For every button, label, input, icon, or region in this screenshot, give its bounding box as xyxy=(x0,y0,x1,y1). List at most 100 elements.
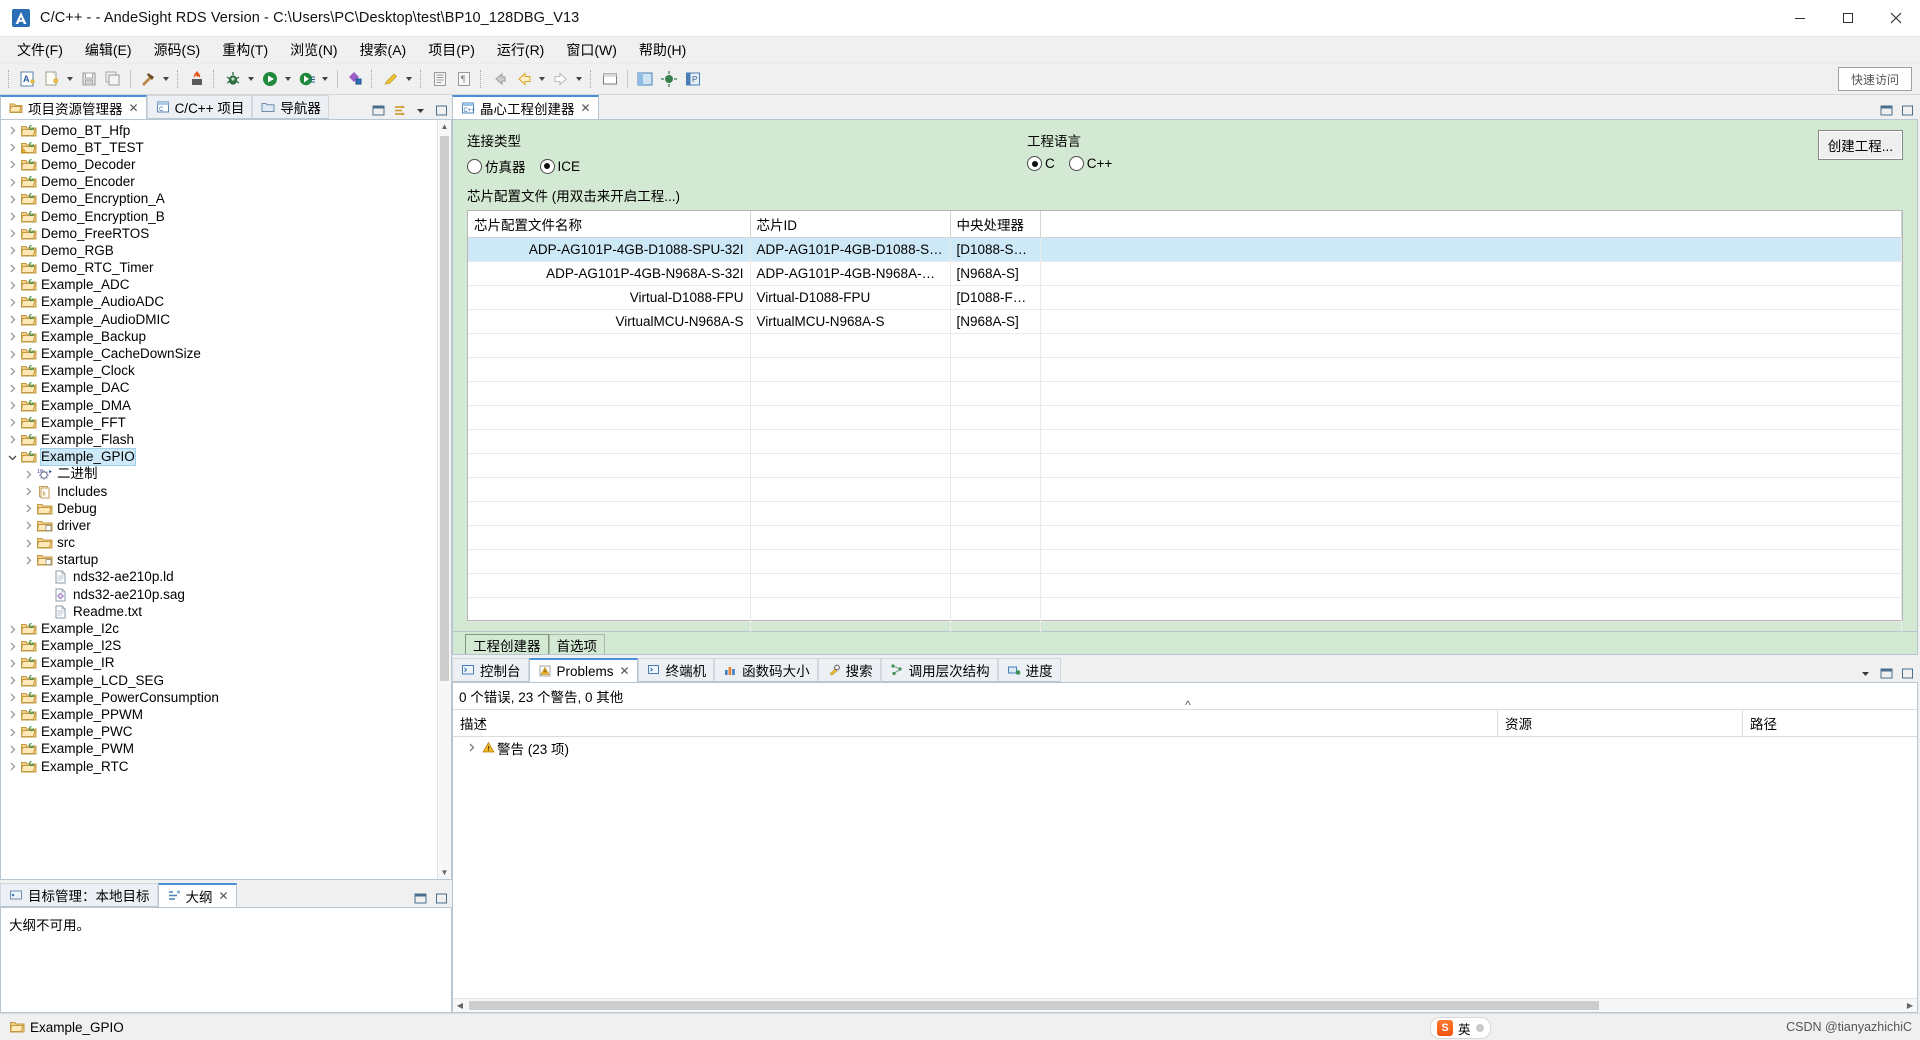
chevron-right-icon[interactable] xyxy=(5,690,20,706)
menu-window[interactable]: 窗口(W) xyxy=(555,37,628,63)
tree-item[interactable]: Demo_RTC_Timer xyxy=(1,260,437,277)
tree-item[interactable]: driver xyxy=(1,517,437,534)
tree-item[interactable]: Demo_Encryption_B xyxy=(1,208,437,225)
chevron-right-icon[interactable] xyxy=(5,724,20,740)
tree-item[interactable]: Readme.txt xyxy=(1,603,437,620)
menu-project[interactable]: 项目(P) xyxy=(417,37,486,63)
scroll-up-icon[interactable]: ▲ xyxy=(438,120,451,133)
dropdown-arrow-icon[interactable] xyxy=(64,68,75,90)
tree-item[interactable]: 10 二进制 xyxy=(1,466,437,483)
tree-item[interactable]: nds32-ae210p.ld xyxy=(1,569,437,586)
chevron-right-icon[interactable] xyxy=(5,174,20,190)
minimize-view-icon[interactable] xyxy=(1879,103,1893,117)
tab-outline[interactable]: 大纲 ✕ xyxy=(157,883,237,907)
run-icon[interactable] xyxy=(259,68,281,90)
chevron-right-icon[interactable] xyxy=(5,123,20,139)
chevron-right-icon[interactable] xyxy=(5,432,20,448)
menu-refactor[interactable]: 重构(T) xyxy=(211,37,279,63)
prev-icon[interactable] xyxy=(513,68,535,90)
chevron-right-icon[interactable] xyxy=(21,518,36,534)
chevron-right-icon[interactable] xyxy=(21,484,36,500)
chevron-right-icon[interactable] xyxy=(5,260,20,276)
open-perspective-icon[interactable]: P xyxy=(682,68,704,90)
tab-console[interactable]: 控制台 xyxy=(452,658,529,682)
table-row[interactable]: ADP-AG101P-4GB-D1088-SPU-32I ADP-AG101P-4… xyxy=(468,237,1902,262)
tab-code-size[interactable]: 函数码大小 xyxy=(714,658,818,682)
toolbar-grip[interactable] xyxy=(420,70,424,88)
toolbar-grip[interactable] xyxy=(8,70,12,88)
project-tree-scrollbar[interactable]: ▲ ▼ xyxy=(437,120,451,879)
tree-item[interactable]: Example_I2S xyxy=(1,638,437,655)
close-icon[interactable] xyxy=(1872,0,1920,36)
radio-c[interactable]: C xyxy=(1027,156,1055,171)
tree-item[interactable]: h Includes xyxy=(1,483,437,500)
radio-dot[interactable] xyxy=(1068,156,1084,171)
toolbar-grip[interactable] xyxy=(177,70,181,88)
minimize-view-icon[interactable] xyxy=(371,103,385,117)
toolbar-grip[interactable] xyxy=(213,70,217,88)
dropdown-arrow-icon[interactable] xyxy=(319,68,330,90)
ime-mode[interactable]: 英 xyxy=(1458,1019,1471,1038)
cpp-perspective-icon[interactable] xyxy=(634,68,656,90)
minimize-view-icon[interactable] xyxy=(1879,666,1893,680)
link-view-icon[interactable] xyxy=(392,103,406,117)
menu-source[interactable]: 源码(S) xyxy=(143,37,212,63)
tab-problems[interactable]: Problems ✕ xyxy=(528,658,638,682)
scroll-left-icon[interactable]: ◀ xyxy=(453,1001,467,1010)
tree-item[interactable]: Example_AudioADC xyxy=(1,294,437,311)
chevron-right-icon[interactable] xyxy=(5,226,20,242)
chevron-right-icon[interactable] xyxy=(5,638,20,654)
new-window-icon[interactable] xyxy=(599,68,621,90)
tree-item[interactable]: Example_DAC xyxy=(1,380,437,397)
menu-file[interactable]: 文件(F) xyxy=(6,37,74,63)
toolbar-grip[interactable] xyxy=(371,70,375,88)
back-icon[interactable] xyxy=(489,68,511,90)
tree-item[interactable]: Example_Flash xyxy=(1,431,437,448)
chevron-right-icon[interactable] xyxy=(5,329,20,345)
chevron-right-icon[interactable] xyxy=(5,741,20,757)
dropdown-arrow-icon[interactable] xyxy=(536,68,547,90)
chevron-right-icon[interactable] xyxy=(5,312,20,328)
chevron-right-icon[interactable] xyxy=(5,191,20,207)
table-row[interactable]: Virtual-D1088-FPU Virtual-D1088-FPU [D1088… xyxy=(468,285,1902,310)
close-icon[interactable]: ✕ xyxy=(620,664,630,678)
radio-dot-selected[interactable] xyxy=(1027,156,1042,171)
chevron-right-icon[interactable] xyxy=(5,621,20,637)
tree-item[interactable]: Example_GPIO xyxy=(1,448,437,467)
tree-item[interactable]: Example_AudioDMIC xyxy=(1,311,437,328)
minimize-view-icon[interactable] xyxy=(413,891,427,905)
chevron-right-icon[interactable] xyxy=(5,380,20,396)
tree-item[interactable]: Demo_BT_Hfp xyxy=(1,122,437,139)
problems-horizontal-scrollbar[interactable]: ◀ ▶ xyxy=(453,998,1917,1012)
chevron-right-icon[interactable] xyxy=(5,655,20,671)
column-header-chip-id[interactable]: 芯片ID xyxy=(750,211,951,238)
view-menu-icon[interactable] xyxy=(1858,666,1872,680)
table-row[interactable]: VirtualMCU-N968A-S VirtualMCU-N968A-S [N96… xyxy=(468,309,1902,334)
toggle-block-icon[interactable] xyxy=(429,68,451,90)
marker-icon[interactable] xyxy=(380,68,402,90)
column-header-extra[interactable] xyxy=(1040,211,1902,238)
column-header-description[interactable]: 描述 xyxy=(453,710,1498,736)
tab-target-manager[interactable]: 目标管理：本地目标 xyxy=(0,883,158,907)
chevron-right-icon[interactable] xyxy=(5,140,20,156)
dropdown-arrow-icon[interactable] xyxy=(573,68,584,90)
tab-project-creator[interactable]: C++ 晶心工程创建器 ✕ xyxy=(452,95,599,119)
scrollbar-thumb[interactable] xyxy=(440,136,449,681)
toolbar-grip[interactable] xyxy=(590,70,594,88)
tree-item[interactable]: src xyxy=(1,535,437,552)
radio-cpp[interactable]: C++ xyxy=(1068,156,1112,171)
table-row[interactable]: ADP-AG101P-4GB-N968A-S-32I ADP-AG101P-4GB… xyxy=(468,261,1902,286)
dropdown-arrow-icon[interactable] xyxy=(245,68,256,90)
tree-item[interactable]: Demo_FreeRTOS xyxy=(1,225,437,242)
ime-indicator[interactable]: S 英 xyxy=(1430,1017,1491,1039)
maximize-view-icon[interactable] xyxy=(434,891,448,905)
tab-preferences-page[interactable]: 首选项 xyxy=(548,634,605,654)
chevron-right-icon[interactable] xyxy=(5,243,20,259)
maximize-view-icon[interactable] xyxy=(1900,103,1914,117)
perspective-icon[interactable] xyxy=(658,68,680,90)
view-menu-icon[interactable] xyxy=(413,103,427,117)
scroll-down-icon[interactable]: ▼ xyxy=(438,866,451,879)
column-header-path[interactable]: 路径 xyxy=(1743,710,1917,736)
tree-item[interactable]: Example_RTC xyxy=(1,758,437,775)
minimize-icon[interactable] xyxy=(1776,0,1824,36)
